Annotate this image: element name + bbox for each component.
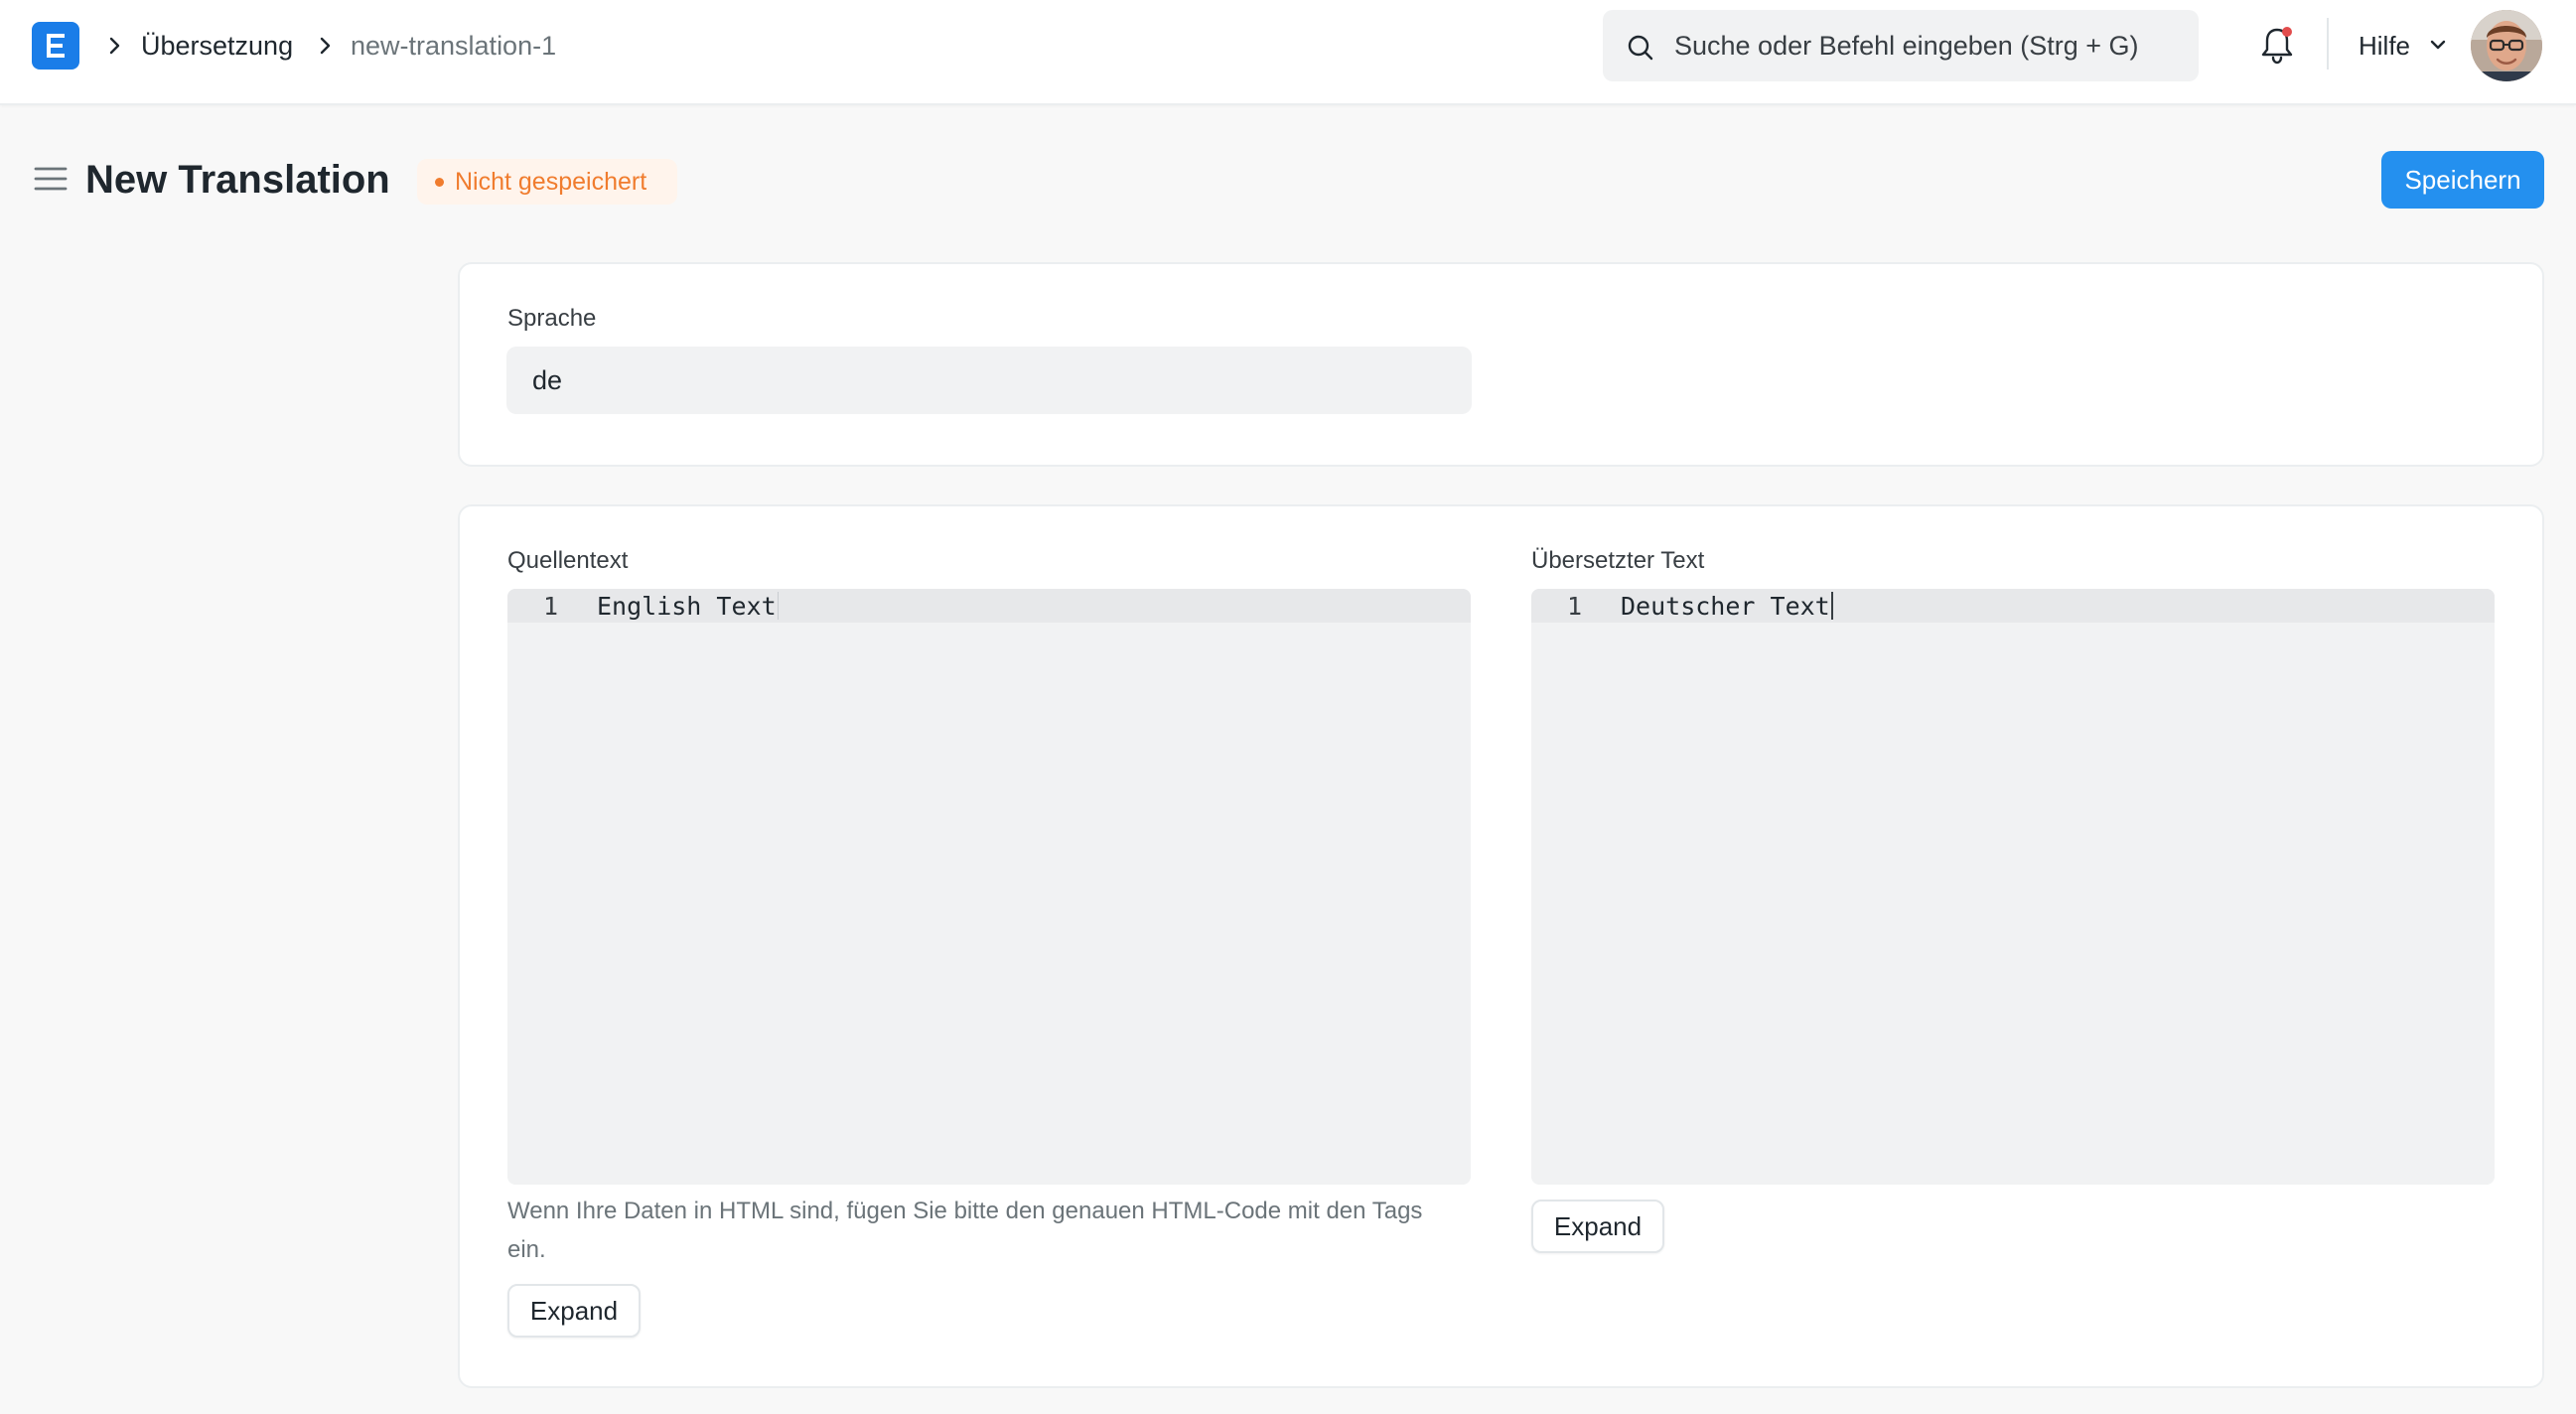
translated-text-editor[interactable]: 1 Deutscher Text xyxy=(1531,589,2495,1185)
source-text-editor[interactable]: 1 English Text xyxy=(507,589,1471,1185)
line-number: 1 xyxy=(1567,592,1583,621)
expand-source-button[interactable]: Expand xyxy=(507,1284,641,1338)
translated-text-label: Übersetzter Text xyxy=(1531,547,1705,574)
translated-text-line: Deutscher Text xyxy=(1621,591,1833,623)
source-text-help: Wenn Ihre Daten in HTML sind, fügen Sie … xyxy=(507,1198,1423,1263)
notification-dot xyxy=(2282,27,2292,37)
source-text-line: English Text xyxy=(597,591,779,623)
help-menu[interactable]: Hilfe xyxy=(2359,28,2410,64)
breadcrumb-doctype[interactable]: Übersetzung xyxy=(141,28,293,64)
sidebar-toggle-icon[interactable] xyxy=(34,165,68,193)
chevron-right-icon xyxy=(320,37,331,55)
chevron-down-icon[interactable] xyxy=(2428,38,2448,52)
source-text-label: Quellentext xyxy=(507,547,629,574)
status-badge: Nicht gespeichert xyxy=(417,159,677,205)
status-dot xyxy=(435,178,444,187)
app-logo[interactable] xyxy=(32,22,79,70)
avatar[interactable] xyxy=(2471,10,2542,81)
language-label: Sprache xyxy=(507,305,597,332)
bell-icon[interactable] xyxy=(2259,24,2295,66)
source-text-content: English Text xyxy=(597,592,777,621)
expand-translated-button[interactable]: Expand xyxy=(1531,1200,1664,1253)
user-avatar-image xyxy=(2471,10,2542,81)
language-field[interactable]: de xyxy=(506,347,1472,414)
breadcrumb-document[interactable]: new-translation-1 xyxy=(351,28,556,64)
page-title: New Translation xyxy=(85,158,390,202)
line-number: 1 xyxy=(543,592,559,621)
navbar-divider xyxy=(2327,18,2329,70)
text-cursor xyxy=(1830,592,1833,620)
top-navbar: Übersetzung new-translation-1 Suche oder… xyxy=(0,0,2576,105)
chevron-right-icon xyxy=(109,37,120,55)
logo-e-icon xyxy=(47,34,65,58)
search-placeholder: Suche oder Befehl eingeben (Strg + G) xyxy=(1674,31,2139,61)
text-cursor xyxy=(777,592,779,620)
translated-text-content: Deutscher Text xyxy=(1621,592,1830,621)
search-input[interactable]: Suche oder Befehl eingeben (Strg + G) xyxy=(1603,10,2199,81)
search-icon xyxy=(1628,35,1653,61)
save-button[interactable]: Speichern xyxy=(2381,151,2544,209)
status-label: Nicht gespeichert xyxy=(455,168,647,196)
